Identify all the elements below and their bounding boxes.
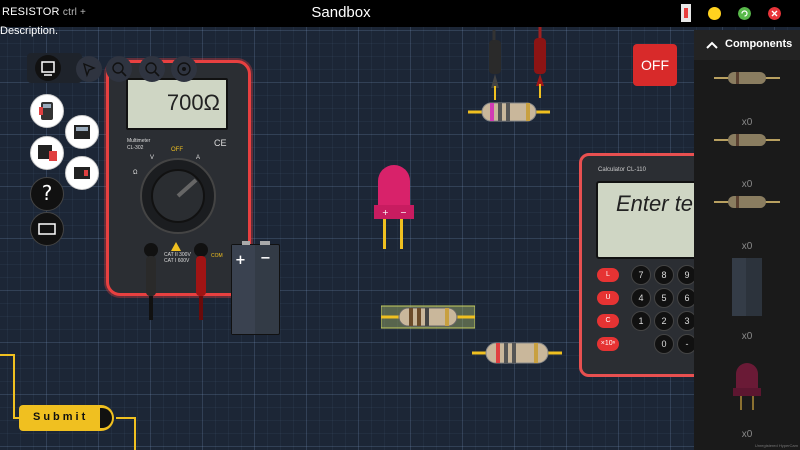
title-bar: RESISTOR ctrl + Sandbox <box>0 0 800 27</box>
multimeter-tool-icon <box>39 102 53 120</box>
multimeter-display: 700Ω <box>126 78 228 130</box>
led-plus: + <box>382 208 389 217</box>
zoom-in-button[interactable] <box>106 56 132 82</box>
component-count: x0 <box>741 331 753 342</box>
multimeter-ce: CE <box>214 138 227 148</box>
oscilloscope-tool-button[interactable] <box>30 136 64 170</box>
calc-key-7[interactable]: 7 <box>631 265 651 285</box>
probe-red-top[interactable] <box>530 38 550 98</box>
calc-key-u[interactable]: U <box>597 291 619 305</box>
calc-key-exp[interactable]: ×10ⁿ <box>597 337 619 351</box>
description-text: Description. <box>0 25 59 37</box>
pointer-button[interactable] <box>76 56 102 82</box>
watermark: Unregistered HyperCam <box>754 443 798 448</box>
led-icon <box>733 363 761 410</box>
battery-component[interactable]: + − <box>231 241 280 335</box>
close-button[interactable] <box>768 7 781 20</box>
calc-key-4[interactable]: 4 <box>631 288 651 308</box>
resistor-icon <box>714 72 780 84</box>
component-battery[interactable]: x0 <box>694 252 800 342</box>
probe-black-bottom[interactable] <box>143 242 159 322</box>
monitor-icon <box>41 61 55 76</box>
oscilloscope-tool-icon <box>38 145 57 161</box>
zoom-out-button[interactable] <box>139 56 165 82</box>
display-tool-button[interactable] <box>30 212 64 246</box>
calc-key-5[interactable]: 5 <box>654 288 674 308</box>
component-resistor-1[interactable]: x0 <box>694 66 800 128</box>
calculator-model: Calculator CL-110 <box>598 167 646 173</box>
wire-submit-right <box>116 417 136 450</box>
resistor-icon <box>714 196 780 208</box>
multimeter-ohm-label: Ω <box>133 170 138 176</box>
multimeter-model-2: CL-302 <box>127 145 144 151</box>
board-tool-button[interactable] <box>65 156 99 190</box>
info-icon[interactable] <box>681 4 691 22</box>
calc-key-8[interactable]: 8 <box>654 265 674 285</box>
board-tool-icon <box>74 167 90 179</box>
chevron-up-icon <box>706 41 718 49</box>
calculator-screen-text: Enter te <box>616 191 694 216</box>
calculator-tool-button[interactable] <box>65 115 99 149</box>
calc-key-0[interactable]: 0 <box>654 334 674 354</box>
multimeter-tool-button[interactable] <box>30 94 64 128</box>
calc-key-l[interactable]: L <box>597 268 619 282</box>
component-resistor-2[interactable]: x0 <box>694 128 800 190</box>
component-led[interactable]: x0 <box>694 358 800 440</box>
calc-key-c[interactable]: C <box>597 314 619 328</box>
fit-icon <box>177 62 191 76</box>
zoom-out-icon <box>145 62 160 77</box>
submit-label: Submit <box>33 411 89 423</box>
components-panel: Components x0 x0 x0 x0 x0 Unregistered H… <box>694 30 800 450</box>
multimeter-model-1: Multimeter <box>127 138 151 144</box>
calc-key-2[interactable]: 2 <box>654 311 674 331</box>
led-component[interactable]: + − <box>372 165 416 255</box>
probe-black-top[interactable] <box>485 40 505 100</box>
battery-plus: + <box>235 253 246 268</box>
window-title: Sandbox <box>311 4 371 21</box>
help-icon: ? <box>41 181 53 205</box>
components-title: Components <box>725 38 793 50</box>
wire-submit <box>0 354 20 419</box>
monitor-button[interactable] <box>35 55 61 81</box>
zoom-in-icon <box>112 62 127 77</box>
component-count: x0 <box>741 117 753 128</box>
minimize-button[interactable] <box>708 7 721 20</box>
probe-red-bottom[interactable] <box>193 242 209 322</box>
refresh-button[interactable] <box>738 7 751 20</box>
multimeter-off-label: OFF <box>171 147 183 153</box>
submit-button[interactable]: Submit <box>19 405 114 431</box>
calc-key-1[interactable]: 1 <box>631 311 651 331</box>
component-count: x0 <box>741 429 753 440</box>
resistor-icon <box>714 134 780 146</box>
multimeter-dial[interactable] <box>138 156 218 236</box>
warning-icon <box>171 242 181 251</box>
resistor-top[interactable] <box>468 100 550 124</box>
battery-icon <box>732 258 762 316</box>
multimeter-com-label: COM <box>211 253 223 259</box>
pointer-icon <box>82 62 96 78</box>
led-minus: − <box>400 208 407 217</box>
calculator-tool-icon <box>74 125 90 139</box>
help-button[interactable]: ? <box>30 177 64 211</box>
components-header[interactable]: Components <box>694 30 800 60</box>
led-icon <box>374 165 414 249</box>
power-off-button[interactable]: OFF <box>633 44 677 86</box>
component-count: x0 <box>741 179 753 190</box>
multimeter-cat-2: CAT I 600V <box>164 258 190 264</box>
resistor-bottom[interactable] <box>472 341 562 365</box>
resistor-selected[interactable] <box>381 303 475 333</box>
component-count: x0 <box>741 241 753 252</box>
component-resistor-3[interactable]: x0 <box>694 190 800 252</box>
fit-view-button[interactable] <box>171 56 197 82</box>
battery-minus: − <box>260 251 271 266</box>
multimeter-reading: 700Ω <box>166 90 220 115</box>
calculator-display: Enter te <box>596 181 698 259</box>
display-tool-icon <box>38 223 56 235</box>
